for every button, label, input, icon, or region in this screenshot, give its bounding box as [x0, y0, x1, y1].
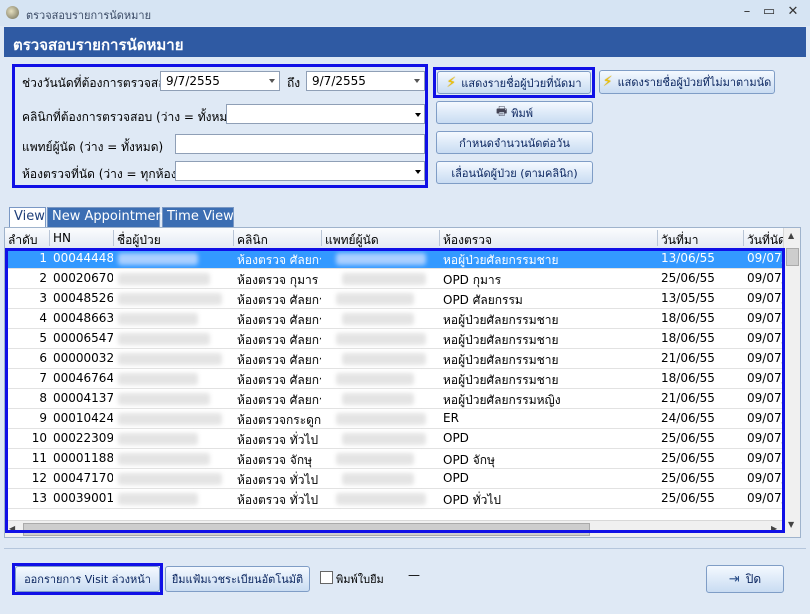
chevron-down-icon	[415, 113, 421, 117]
scroll-up-icon[interactable]: ▲	[788, 231, 794, 240]
date-to-value: 9/7/2555	[312, 74, 366, 88]
page-header: ตรวจสอบรายการนัดหมาย	[4, 27, 806, 57]
printer-icon: 🖶	[495, 104, 508, 118]
scroll-thumb[interactable]	[786, 248, 799, 266]
status-dash: —	[408, 568, 420, 582]
room-label: ห้องตรวจที่นัด (ว่าง = ทุกห้อง)	[22, 167, 182, 181]
lightning-icon: ⚡	[602, 74, 613, 90]
grid-highlight	[5, 248, 785, 533]
date-from-value: 9/7/2555	[166, 74, 220, 88]
close-window-icon[interactable]: ✕	[782, 3, 804, 21]
clinic-select[interactable]	[226, 104, 425, 124]
borrow-record-label: ยืมแฟ้มเวชระเบียนอัตโนมัติ	[171, 573, 304, 586]
set-quota-label: กำหนดจำนวนนัดต่อวัน	[459, 136, 570, 150]
page-title: ตรวจสอบรายการนัดหมาย	[13, 36, 184, 54]
issue-visit-ahead-button[interactable]: ออกรายการ Visit ล่วงหน้า	[15, 566, 160, 592]
show-missed-patients-button[interactable]: ⚡ แสดงรายชื่อผู้ป่วยที่ไม่มาตามนัด	[599, 70, 775, 94]
show-due-patients-button[interactable]: ⚡ แสดงรายชื่อผู้ป่วยที่นัดมา	[437, 71, 591, 94]
vertical-scrollbar[interactable]: ▲ ▼	[783, 228, 800, 537]
chevron-down-icon	[414, 79, 420, 83]
auto-borrow-record-button[interactable]: ยืมแฟ้มเวชระเบียนอัตโนมัติ	[165, 566, 310, 592]
show-missed-label: แสดงรายชื่อผู้ป่วยที่ไม่มาตามนัด	[617, 76, 772, 89]
close-label: ปิด	[745, 571, 762, 586]
lightning-icon: ⚡	[446, 74, 457, 91]
maximize-icon[interactable]: ▭	[758, 3, 780, 21]
tab-time-view[interactable]: Time View	[162, 207, 234, 227]
set-daily-quota-button[interactable]: กำหนดจำนวนนัดต่อวัน	[436, 131, 593, 154]
window-titlebar: ตรวจสอบรายการนัดหมาย – ▭ ✕	[0, 0, 810, 26]
issue-visit-label: ออกรายการ Visit ล่วงหน้า	[24, 573, 151, 586]
show-due-label: แสดงรายชื่อผู้ป่วยที่นัดมา	[461, 76, 582, 90]
postpone-label: เลื่อนนัดผู้ป่วย (ตามคลินิก)	[451, 166, 578, 180]
room-select[interactable]	[175, 161, 425, 181]
tab-new-appointment[interactable]: New Appointment	[47, 207, 169, 227]
date-from-picker[interactable]: 9/7/2555	[160, 71, 280, 91]
chevron-down-icon	[269, 79, 275, 83]
print-borrow-slip-checkbox[interactable]	[320, 571, 333, 584]
doctor-input[interactable]	[175, 134, 425, 154]
date-range-label: ช่วงวันนัดที่ต้องการตรวจสอบ	[22, 76, 174, 90]
window-title: ตรวจสอบรายการนัดหมาย	[26, 9, 152, 22]
grid-header: ลำดับ HN ชื่อผู้ป่วย คลินิก แพทย์ผู้นัด …	[5, 228, 785, 249]
tab-view[interactable]: View	[9, 207, 46, 227]
date-to-picker[interactable]: 9/7/2555	[306, 71, 425, 91]
print-borrow-slip-label: พิมพ์ใบยืม	[336, 573, 384, 586]
minimize-icon[interactable]: –	[736, 3, 758, 21]
print-button[interactable]: 🖶 พิมพ์	[436, 101, 593, 124]
exit-door-icon: ⇥	[728, 571, 740, 587]
clinic-label: คลินิกที่ต้องการตรวจสอบ (ว่าง = ทั้งหมด)	[22, 110, 240, 124]
postpone-appointment-button[interactable]: เลื่อนนัดผู้ป่วย (ตามคลินิก)	[436, 161, 593, 184]
print-label: พิมพ์	[511, 106, 534, 120]
chevron-down-icon	[415, 170, 421, 174]
divider	[4, 548, 806, 549]
scroll-down-icon[interactable]: ▼	[788, 520, 794, 529]
column-header[interactable]: HN	[53, 231, 71, 245]
close-button[interactable]: ⇥ ปิด	[706, 565, 784, 593]
to-label: ถึง	[287, 76, 301, 90]
doctor-label: แพทย์ผู้นัด (ว่าง = ทั้งหมด)	[22, 140, 164, 154]
app-icon	[6, 6, 19, 19]
